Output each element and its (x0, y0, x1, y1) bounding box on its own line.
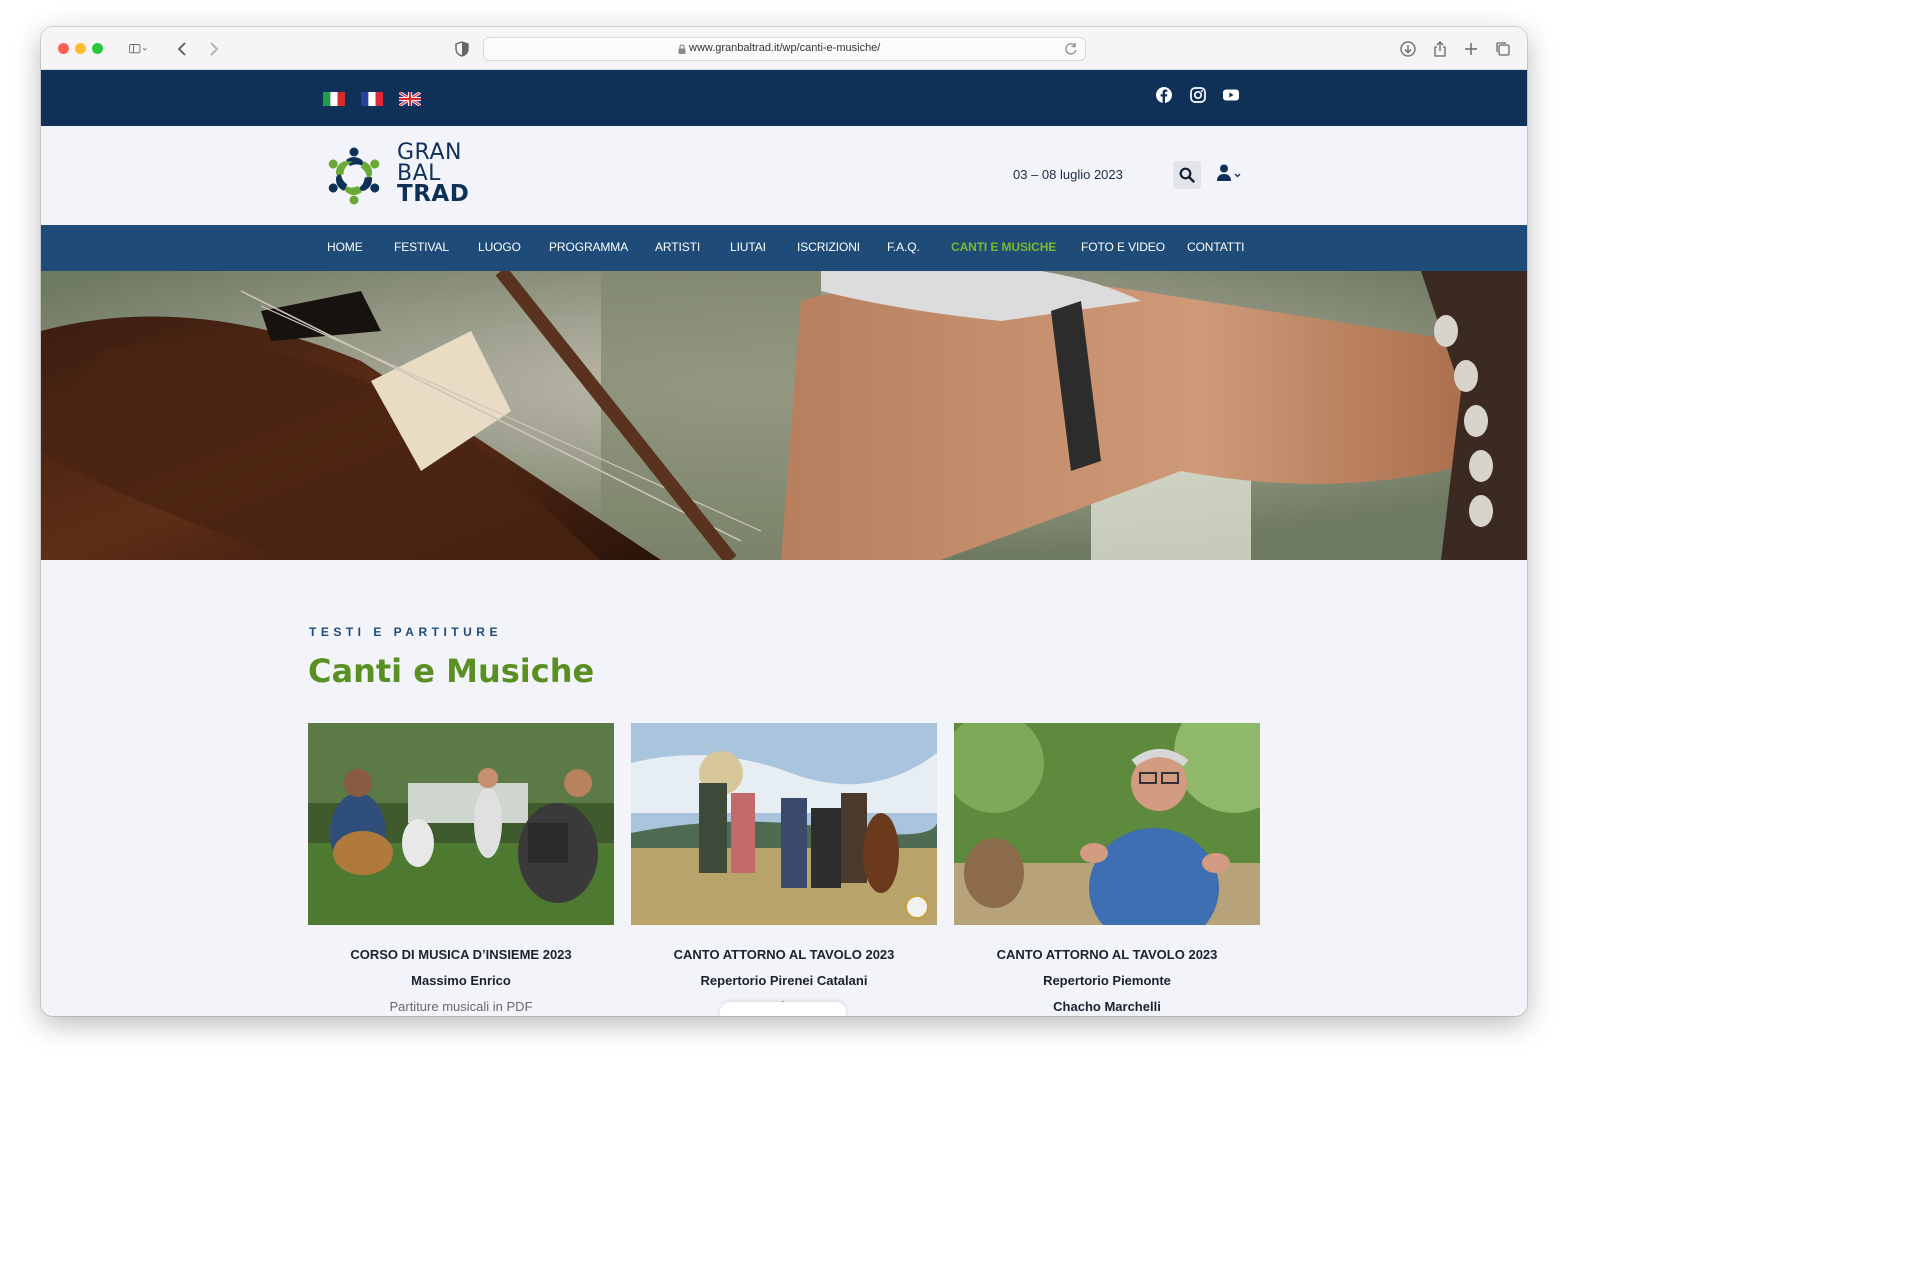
card-subtitle: Massimo Enrico (411, 973, 511, 988)
address-bar[interactable]: www.granbaltrad.it/wp/canti-e-musiche/ (483, 37, 1086, 61)
forward-icon[interactable] (202, 38, 224, 60)
browser-window: www.granbaltrad.it/wp/canti-e-musiche/ G… (41, 27, 1527, 1016)
privacy-shield-icon[interactable] (451, 38, 473, 60)
card-canto-pirenei[interactable]: CANTO ATTORNO AL TAVOLO 2023 Repertorio … (631, 723, 937, 1016)
tab-overview-icon[interactable] (1492, 38, 1514, 60)
nav-item-festival[interactable]: FESTIVAL (394, 240, 449, 254)
search-icon (1179, 167, 1195, 183)
card-subtitle: Repertorio Pirenei Catalani (700, 973, 868, 988)
nav-item-liutai[interactable]: LIUTAI (730, 240, 766, 254)
browser-toolbar: www.granbaltrad.it/wp/canti-e-musiche/ (41, 27, 1527, 70)
card-photo-chacho-marchelli[interactable] (954, 723, 1260, 925)
card-subtitle: Repertorio Piemonte (1043, 973, 1171, 988)
card-canto-piemonte[interactable]: CANTO ATTORNO AL TAVOLO 2023 Repertorio … (954, 723, 1260, 1016)
youtube-icon[interactable] (1222, 86, 1240, 104)
url-text: www.granbaltrad.it/wp/canti-e-musiche/ (689, 42, 881, 54)
card-title[interactable]: CORSO DI MUSICA D’INSIEME 2023 (308, 947, 614, 962)
site-header: GRAN BAL TRAD 03 – 08 luglio 2023 (41, 126, 1527, 225)
nav-item-faq[interactable]: F.A.Q. (887, 240, 920, 254)
reload-icon[interactable] (1063, 41, 1079, 57)
instagram-icon[interactable] (1189, 86, 1207, 104)
nav-item-foto-e-video[interactable]: FOTO E VIDEO (1081, 240, 1165, 254)
back-icon[interactable] (172, 38, 194, 60)
zoom-window-button[interactable] (92, 43, 103, 54)
card-note: Chacho Marchelli (1053, 999, 1161, 1014)
nav-item-home[interactable]: HOME (327, 240, 363, 254)
new-tab-icon[interactable] (1460, 38, 1482, 60)
downloads-icon[interactable] (1397, 38, 1419, 60)
search-button[interactable] (1173, 161, 1201, 189)
logo-line-trad: TRAD (397, 181, 470, 207)
main-navigation: HOME FESTIVAL LUOGO PROGRAMMA ARTISTI LI… (41, 225, 1527, 271)
facebook-icon[interactable] (1155, 86, 1173, 104)
french-flag-icon[interactable] (361, 92, 383, 106)
section-kicker: TESTI E PARTITURE (309, 625, 502, 639)
logo-line-gran: GRAN (397, 140, 462, 165)
share-icon[interactable] (1429, 38, 1451, 60)
card-photo-ensemble[interactable] (308, 723, 614, 925)
card-title[interactable]: CANTO ATTORNO AL TAVOLO 2023 (631, 947, 937, 962)
card-corso-musica-insieme[interactable]: CORSO DI MUSICA D’INSIEME 2023 Massimo E… (308, 723, 614, 1016)
uk-flag-icon[interactable] (399, 92, 421, 106)
site-logo-text[interactable]: GRAN BAL TRAD (397, 140, 470, 207)
close-window-button[interactable] (58, 43, 69, 54)
card-photo-orquestrina[interactable] (631, 723, 937, 925)
user-account-icon[interactable] (1215, 163, 1247, 187)
nav-item-artisti[interactable]: ARTISTI (655, 240, 700, 254)
festival-dates: 03 – 08 luglio 2023 (1013, 167, 1123, 182)
nav-item-canti-e-musiche[interactable]: CANTI E MUSICHE (951, 240, 1056, 254)
nav-item-luogo[interactable]: LUOGO (478, 240, 521, 254)
italian-flag-icon[interactable] (323, 92, 345, 106)
page-title: Canti e Musiche (308, 652, 595, 690)
nav-item-contatti[interactable]: CONTATTI (1187, 240, 1245, 254)
nav-item-iscrizioni[interactable]: ISCRIZIONI (797, 240, 860, 254)
hero-image-musicians (41, 271, 1527, 560)
nav-item-programma[interactable]: PROGRAMMA (549, 240, 628, 254)
card-title[interactable]: CANTO ATTORNO AL TAVOLO 2023 (954, 947, 1260, 962)
granbaltrad-logo-icon[interactable] (319, 142, 389, 210)
sidebar-toggle-icon[interactable] (121, 38, 155, 60)
top-bar (41, 70, 1527, 126)
floating-tab-overlay (720, 1002, 846, 1016)
lock-icon (678, 44, 686, 54)
card-note: Partiture musicali in PDF (389, 999, 533, 1014)
minimize-window-button[interactable] (75, 43, 86, 54)
